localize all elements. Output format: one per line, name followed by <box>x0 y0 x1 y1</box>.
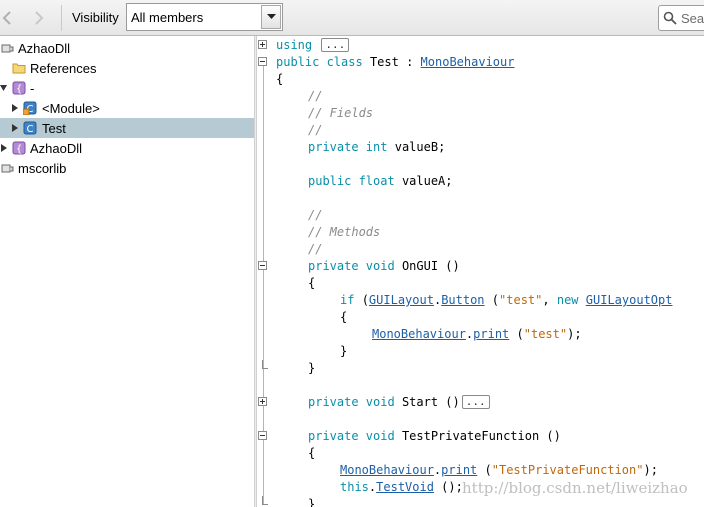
search-placeholder: Sea <box>681 11 704 26</box>
collapsed-block[interactable]: ... <box>461 395 490 409</box>
method-link[interactable]: TestVoid <box>376 480 434 494</box>
tree-item-label: Test <box>42 121 66 136</box>
code-line: // Methods <box>308 225 381 239</box>
visibility-label: Visibility <box>72 10 119 25</box>
code-line: { <box>340 310 348 324</box>
tree-item-label: <Module> <box>42 101 100 116</box>
search-icon <box>663 11 677 25</box>
tree-item-azhaodll[interactable]: AzhaoDll <box>0 38 254 58</box>
assembly-icon <box>1 164 14 173</box>
code-line: private void OnGUI () <box>257 258 704 275</box>
code-line: // <box>308 89 323 103</box>
method-link[interactable]: print <box>441 463 477 477</box>
code-line: MonoBehaviour.print ("test"); <box>372 327 582 341</box>
folder-icon <box>12 63 26 74</box>
namespace-icon: { <box>12 81 26 95</box>
tree-item-label: - <box>30 81 35 96</box>
collapse-toggle-icon[interactable] <box>258 57 267 66</box>
type-link[interactable]: MonoBehaviour <box>372 327 466 341</box>
code-line: // <box>308 123 323 137</box>
code-view: using ... public class Test : MonoBehavi… <box>257 36 704 507</box>
tree-item-label: AzhaoDll <box>30 141 83 156</box>
code-line: } <box>257 360 704 377</box>
collapsed-arrow-icon[interactable] <box>0 143 8 153</box>
collapsed-block[interactable]: ... <box>321 38 350 52</box>
code-line: { <box>308 446 316 460</box>
code-line: if (GUILayout.Button ("test", new GUILay… <box>340 293 673 307</box>
code-line: } <box>257 496 704 507</box>
visibility-select[interactable]: All members <box>126 3 283 31</box>
code-line: { <box>308 276 316 290</box>
code-line: // <box>308 242 323 256</box>
type-link[interactable]: MonoBehaviour <box>340 463 434 477</box>
tree-item-label: AzhaoDll <box>18 41 71 56</box>
watermark-text: http://blog.csdn.net/liweizhao <box>462 479 688 497</box>
code-line: using ... <box>257 37 704 54</box>
svg-text:{: { <box>16 84 22 95</box>
svg-text:C: C <box>27 124 34 135</box>
code-line: } <box>340 344 348 358</box>
search-field[interactable]: Sea <box>658 5 704 31</box>
code-line: // <box>308 208 323 222</box>
code-line: private int valueB; <box>308 140 446 154</box>
class-icon: C <box>23 121 37 135</box>
tree-item-references[interactable]: References <box>0 58 254 78</box>
tree-item-test[interactable]: C Test <box>0 118 254 138</box>
tree-item-azhaodll-namespace[interactable]: { AzhaoDll <box>0 138 254 158</box>
assembly-icon <box>1 44 14 53</box>
code-line: public class Test : MonoBehaviour <box>257 54 704 71</box>
expand-toggle-icon[interactable] <box>258 397 267 406</box>
type-link[interactable]: MonoBehaviour <box>421 55 515 69</box>
fold-end-marker <box>262 496 268 505</box>
toolbar-separator <box>61 5 62 31</box>
namespace-icon: { <box>12 141 26 155</box>
forward-arrow-icon[interactable] <box>32 9 46 27</box>
fold-end-marker <box>262 360 268 369</box>
tree-item-label: mscorlib <box>18 161 67 176</box>
expand-toggle-icon[interactable] <box>258 40 267 49</box>
code-line: private void TestPrivateFunction () <box>257 428 704 445</box>
tree-item-namespace-root[interactable]: { - <box>0 78 254 98</box>
collapsed-arrow-icon[interactable] <box>11 123 19 133</box>
type-link[interactable]: GUILayoutOpt <box>586 293 673 307</box>
collapse-toggle-icon[interactable] <box>258 431 267 440</box>
method-link[interactable]: print <box>473 327 509 341</box>
code-line: public float valueA; <box>308 174 453 188</box>
expanded-arrow-icon[interactable] <box>0 83 8 93</box>
assembly-tree: AzhaoDll References { - C <Module> C Tes… <box>0 36 254 507</box>
collapse-toggle-icon[interactable] <box>258 261 267 270</box>
type-link[interactable]: GUILayout <box>369 293 434 307</box>
tree-item-module[interactable]: C <Module> <box>0 98 254 118</box>
svg-text:{: { <box>16 144 22 155</box>
code-line: // Fields <box>308 106 374 120</box>
code-line: MonoBehaviour.print ("TestPrivateFunctio… <box>340 463 658 477</box>
chevron-down-icon <box>266 14 276 19</box>
tree-item-mscorlib[interactable]: mscorlib <box>0 158 254 178</box>
back-arrow-icon[interactable] <box>0 9 14 27</box>
code-line: { <box>276 72 284 86</box>
dropdown-button[interactable] <box>261 5 281 29</box>
tree-item-label: References <box>30 61 97 76</box>
code-line: private void Start ()... <box>257 394 704 411</box>
collapsed-arrow-icon[interactable] <box>11 103 19 113</box>
visibility-select-value: All members <box>131 10 204 25</box>
toolbar: Visibility All members Sea <box>0 0 704 36</box>
method-link[interactable]: Button <box>441 293 484 307</box>
module-class-icon: C <box>23 101 37 115</box>
